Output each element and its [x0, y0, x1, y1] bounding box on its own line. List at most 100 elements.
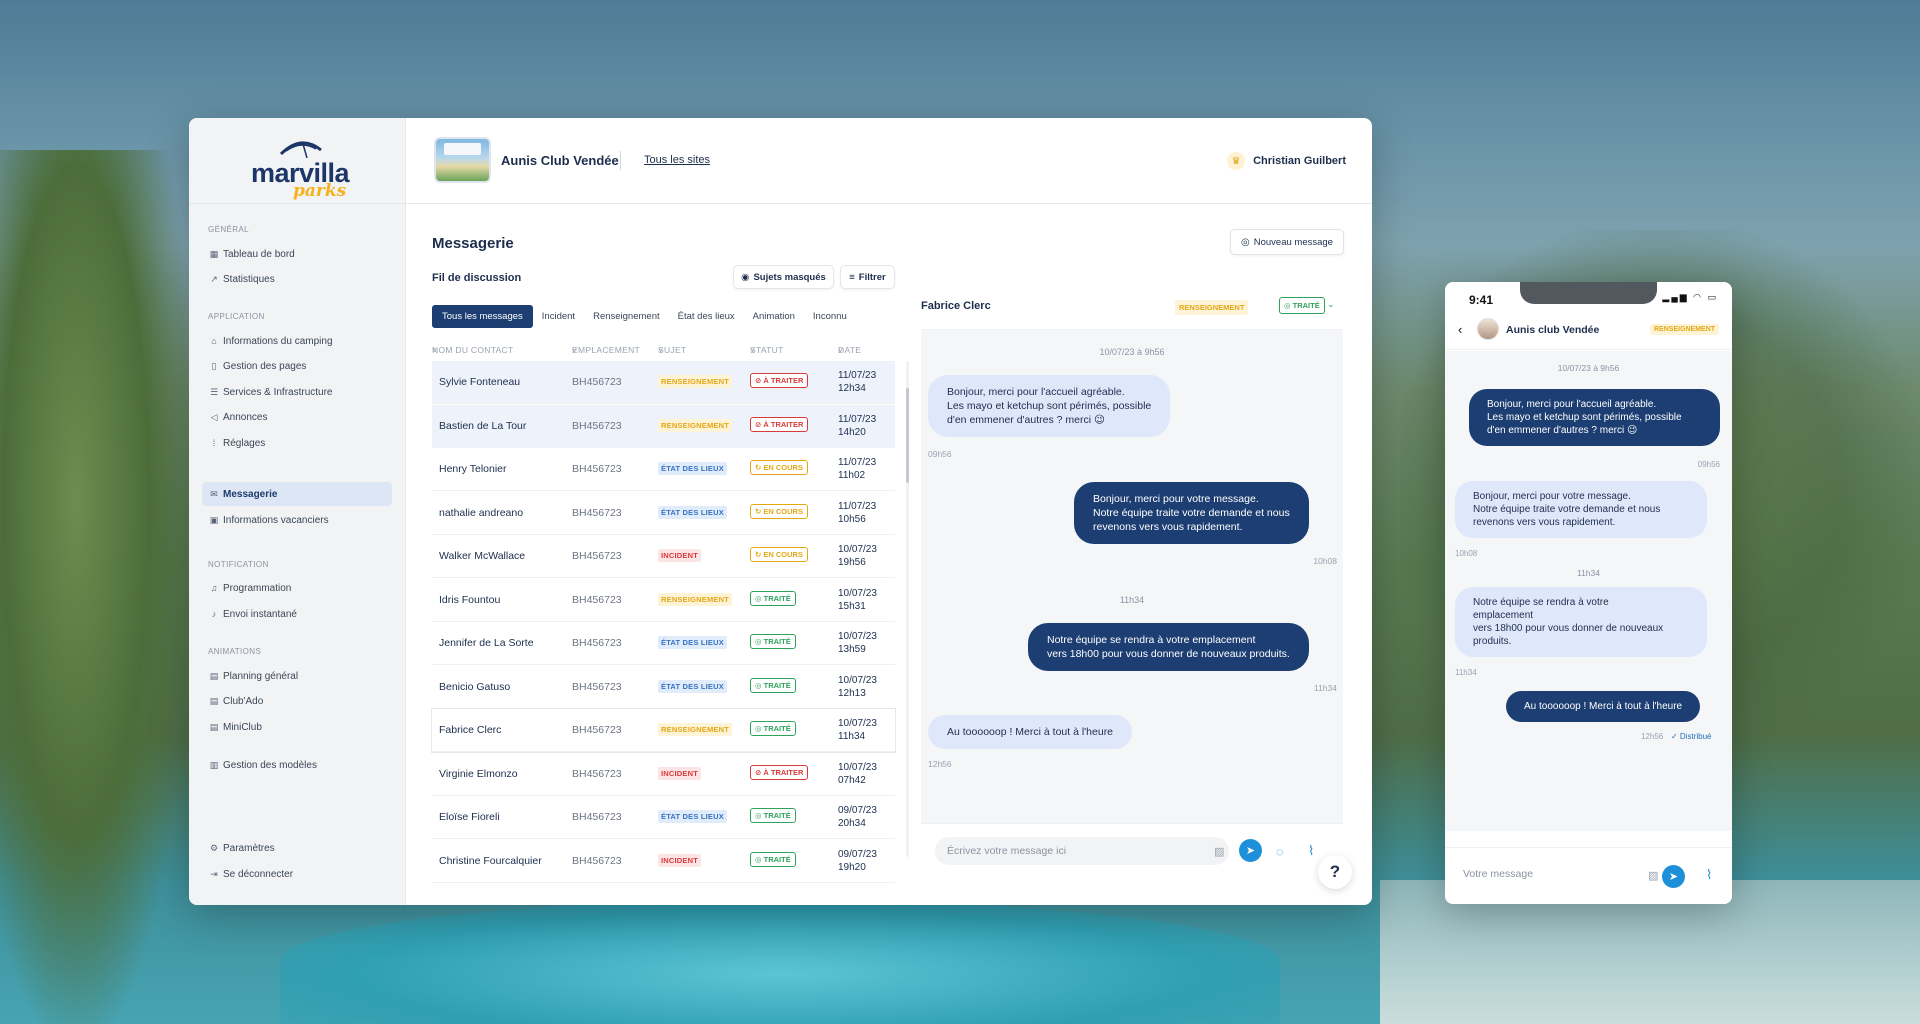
subject-badge: INCIDENT [658, 766, 702, 780]
table-row[interactable]: Eloïse Fioreli BH456723 ÉTAT DES LIEUX ◎ TR… [432, 796, 895, 839]
conversation-status-badge[interactable]: ◎ TRAITÉ [1279, 297, 1325, 314]
location-code: BH456723 [572, 724, 622, 736]
hidden-subjects-button[interactable]: ◉ Sujets masqués [733, 265, 834, 289]
sidebar-item-settings-app[interactable]: ⁞ Réglages [202, 431, 392, 455]
status-icon: ◎ [755, 724, 764, 733]
sidebar-item-parameters[interactable]: ⚙ Paramètres [202, 836, 392, 860]
column-status[interactable]: STATUT ˅ [750, 345, 783, 355]
top-bar: Aunis Club Vendée Tous les sites ♛ Chris… [406, 118, 1372, 204]
tab-all-messages[interactable]: Tous les messages [432, 305, 533, 328]
new-message-button[interactable]: ◎ Nouveau message [1230, 229, 1344, 255]
help-button[interactable]: ? [1318, 855, 1352, 889]
column-date[interactable]: DATE ˅ [838, 345, 861, 355]
image-icon[interactable]: ▨ [1648, 869, 1658, 882]
brand-logo[interactable]: marvilla parks [251, 138, 351, 201]
status-badge: ↻ EN COURS [750, 547, 808, 562]
send-button[interactable]: ➤ [1239, 839, 1262, 862]
sidebar-item-statistics[interactable]: ↗ Statistiques [202, 267, 392, 291]
contact-name: Christine Fourcalquier [439, 854, 542, 867]
table-row[interactable]: Idris Fountou BH456723 RENSEIGNEMENT ◎ TRAI… [432, 579, 895, 622]
sidebar-item-templates[interactable]: ▥ Gestion des modèles [202, 753, 392, 777]
tab-animation[interactable]: Animation [744, 305, 804, 328]
column-contact[interactable]: NOM DU CONTACT ˅ [432, 345, 513, 355]
filter-button[interactable]: ≡ Filtrer [840, 265, 895, 289]
gear-icon: ⚙ [209, 842, 219, 853]
sidebar-item-club-ado[interactable]: ▤ Club'Ado [202, 689, 392, 713]
table-row[interactable]: Henry Telonier BH456723 ÉTAT DES LIEUX ↻ EN… [432, 448, 895, 491]
nav-section-general: GÉNÉRAL [208, 225, 250, 234]
sidebar-item-logout[interactable]: ⇥ Se déconnecter [202, 862, 392, 886]
chat-plus-icon: ◎ [1241, 236, 1250, 248]
phone-bubble-incoming: Notre équipe se rendra à votre emplaceme… [1455, 587, 1707, 657]
subject-badge: INCIDENT [658, 549, 702, 562]
user-menu[interactable]: ♛ Christian Guilbert [1227, 152, 1346, 170]
sidebar-item-messaging[interactable]: ✉ Messagerie [202, 482, 392, 506]
sidebar-item-pages[interactable]: ▯ Gestion des pages [202, 354, 392, 378]
column-location[interactable]: EMPLACEMENT ˅ [572, 345, 640, 355]
table-row[interactable]: Jennifer de La Sorte BH456723 ÉTAT DES LIE… [432, 622, 895, 665]
tab-inventory[interactable]: État des lieux [669, 305, 744, 328]
calendar-icon: ▤ [209, 670, 219, 681]
avatar [1477, 318, 1499, 340]
sidebar-item-camping-info[interactable]: ⌂ Informations du camping [202, 329, 392, 353]
message-date: 10/07/23 15h31 [838, 587, 877, 612]
image-icon[interactable]: ▨ [1214, 845, 1224, 858]
phone-message-time: 09h56 [1697, 460, 1720, 469]
nav-section-application: APPLICATION [208, 312, 265, 321]
subject-badge: ÉTAT DES LIEUX [658, 505, 727, 519]
attachment-icon[interactable]: ⌇ [1308, 843, 1314, 859]
tab-unknown[interactable]: Inconnu [804, 305, 856, 328]
table-row[interactable]: Christine Fourcalquier BH456723 INCIDENT ◎ … [432, 840, 895, 883]
umbrella-icon [279, 141, 322, 158]
sidebar-item-scheduling[interactable]: ♫ Programmation [202, 576, 392, 600]
calendar-icon: ▤ [209, 721, 219, 732]
subject-badge: RENSEIGNEMENT [658, 418, 733, 432]
logout-icon: ⇥ [210, 868, 218, 879]
home-icon: ⌂ [211, 336, 217, 346]
tab-incident[interactable]: Incident [533, 305, 584, 328]
table-row[interactable]: nathalie andreano BH456723 ÉTAT DES LIEUX ↻… [432, 492, 895, 535]
table-row[interactable]: Bastien de La Tour BH456723 RENSEIGNEMENT ⊘… [432, 404, 895, 448]
background-pool [280, 900, 1280, 1024]
message-date: 11/07/23 14h20 [838, 413, 877, 438]
subject-badge: ÉTAT DES LIEUX [658, 462, 727, 475]
contact-name: Fabrice Clerc [439, 724, 502, 736]
sidebar-item-instant-send[interactable]: ♪ Envoi instantané [202, 602, 392, 626]
status-icon: ◎ [755, 637, 764, 646]
message-input[interactable]: Écrivez votre message ici [935, 837, 1229, 865]
table-row[interactable]: Benicio Gatuso BH456723 ÉTAT DES LIEUX ◎ TR… [432, 666, 895, 709]
back-arrow-icon[interactable]: ‹ [1458, 322, 1462, 337]
sidebar-item-planning[interactable]: ▤ Planning général [202, 664, 392, 688]
sidebar-item-services[interactable]: ☰ Services & Infrastructure [202, 380, 392, 404]
table-row[interactable]: Fabrice Clerc BH456723 RENSEIGNEMENT ◎ TRAI… [432, 709, 895, 752]
phone-send-button[interactable]: ➤ [1662, 865, 1685, 888]
logo-subtext: parks [293, 181, 347, 201]
sidebar-item-dashboard[interactable]: ▦ Tableau de bord [202, 242, 392, 266]
chevron-down-icon[interactable]: ⌄ [1327, 299, 1335, 310]
scrollbar-thumb[interactable] [906, 388, 909, 483]
sidebar-item-guest-info[interactable]: ▣ Informations vacanciers [202, 508, 392, 532]
bell-ring-icon: ♪ [211, 609, 217, 619]
subject-badge: RENSEIGNEMENT [658, 375, 733, 388]
contact-name: Virginie Elmonzo [439, 767, 518, 780]
column-subject[interactable]: SUJET ˅ [658, 345, 686, 355]
phone-message-time: 12h56 [1641, 732, 1664, 741]
subject-tabs: Tous les messages Incident Renseignement… [432, 305, 856, 328]
phone-time-separator: 11h34 [1576, 568, 1600, 578]
whatsapp-icon[interactable]: ◌ [1276, 844, 1284, 859]
sidebar-item-announcements[interactable]: ◁ Annonces [202, 405, 392, 429]
tab-information[interactable]: Renseignement [584, 305, 669, 328]
table-row[interactable]: Sylvie Fonteneau BH456723 RENSEIGNEMENT ⊘ À… [432, 361, 895, 404]
message-date: 10/07/23 12h13 [838, 674, 877, 699]
nav-section-notification: NOTIFICATION [208, 560, 269, 569]
sidebar-item-miniclub[interactable]: ▤ MiniClub [202, 715, 392, 739]
phone-conversation: 10/07/23 à 9h56 Bonjour, merci pour l'ac… [1445, 351, 1732, 831]
page-title: Messagerie [432, 235, 514, 252]
phone-message-input[interactable]: Votre message [1463, 868, 1533, 880]
all-sites-link[interactable]: Tous les sites [644, 154, 710, 166]
table-row[interactable]: Virginie Elmonzo BH456723 INCIDENT ⊘ À TRAI… [432, 753, 895, 796]
table-row[interactable]: Walker McWallace BH456723 INCIDENT ↻ EN COU… [432, 535, 895, 578]
phone-clock: 9:41 [1469, 293, 1494, 307]
grid-icon: ▦ [209, 248, 219, 259]
attachment-icon[interactable]: ⌇ [1706, 867, 1712, 883]
